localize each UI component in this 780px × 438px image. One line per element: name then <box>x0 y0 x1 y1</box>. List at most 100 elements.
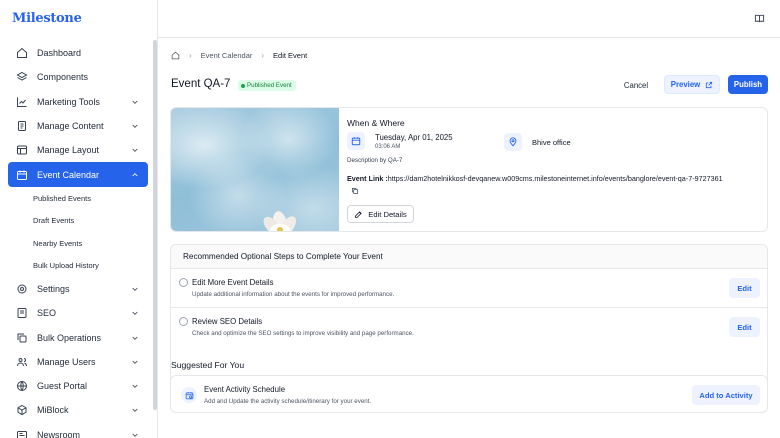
chevron-down-icon <box>132 149 138 153</box>
newspaper-icon <box>16 429 28 438</box>
sidebar-subitem-published-events[interactable]: Published Events <box>8 187 148 210</box>
chevron-right-icon: › <box>261 51 265 60</box>
chevron-down-icon <box>132 100 138 104</box>
sidebar-item-manage-content[interactable]: Manage Content <box>8 114 148 138</box>
sidebar-item-marketing-tools[interactable]: Marketing Tools <box>8 90 148 114</box>
step-radio[interactable] <box>179 278 188 287</box>
suggested-title: Suggested For You <box>171 360 245 370</box>
chevron-down-icon <box>132 433 138 437</box>
event-link-label: Event Link : <box>347 174 388 183</box>
chevron-down-icon <box>132 360 138 364</box>
main-content: › Event Calendar › Edit Event Event QA-7… <box>158 38 780 438</box>
sidebar-nav: Dashboard Components Marketing Tools Man… <box>8 41 148 438</box>
event-time: 03:06 AM <box>375 144 401 150</box>
globe-icon <box>16 380 28 392</box>
top-bar <box>158 0 780 38</box>
copy-icon[interactable] <box>351 187 359 195</box>
edit-details-label: Edit Details <box>368 209 407 219</box>
preview-button[interactable]: Preview <box>664 75 720 94</box>
chevron-down-icon <box>132 336 138 340</box>
calendar-icon <box>347 132 365 150</box>
schedule-icon <box>181 387 197 403</box>
app-logo[interactable]: Milestone <box>12 11 82 26</box>
external-link-icon <box>706 81 713 88</box>
users-icon <box>16 356 28 368</box>
sidebar-item-label: SEO <box>37 308 57 319</box>
layers-icon <box>16 71 28 83</box>
chart-icon <box>16 96 28 108</box>
sidebar-item-label: Manage Users <box>37 356 96 367</box>
sidebar-item-event-calendar[interactable]: Event Calendar <box>8 162 148 187</box>
gear-icon <box>16 283 28 295</box>
breadcrumb-event-calendar[interactable]: Event Calendar <box>201 51 253 60</box>
cube-icon <box>16 404 28 416</box>
sidebar-item-seo[interactable]: SEO <box>8 301 148 325</box>
steps-title: Recommended Optional Steps to Complete Y… <box>171 245 767 269</box>
sidebar-subitem-bulk-upload-history[interactable]: Bulk Upload History <box>8 254 148 277</box>
page-title: Event QA-7 <box>171 78 231 90</box>
when-where-title: When & Where <box>347 118 405 128</box>
sidebar: Milestone Dashboard Components Marketing… <box>0 0 158 438</box>
chevron-down-icon <box>132 384 138 389</box>
recommended-steps-card: Recommended Optional Steps to Complete Y… <box>170 244 768 386</box>
sidebar-item-label: Bulk Operations <box>37 332 102 343</box>
sidebar-item-label: Event Calendar <box>37 169 100 180</box>
review-seo-button[interactable]: Edit <box>729 317 760 337</box>
sidebar-item-label: MiBlock <box>37 405 69 416</box>
sidebar-item-label: Newsroom <box>37 429 81 438</box>
step-title: Review SEO Details <box>192 317 263 326</box>
sidebar-scrollbar[interactable] <box>153 40 157 410</box>
home-icon[interactable] <box>171 51 180 60</box>
sidebar-item-settings[interactable]: Settings <box>8 277 148 301</box>
add-to-activity-button[interactable]: Add to Activity <box>692 385 760 405</box>
sidebar-item-label: Dashboard <box>37 48 82 59</box>
book-icon[interactable] <box>754 13 765 24</box>
event-description: Description by QA-7 <box>347 157 403 164</box>
calendar-icon <box>16 169 28 181</box>
sidebar-subitem-draft-events[interactable]: Draft Events <box>8 209 148 232</box>
step-radio[interactable] <box>179 317 188 326</box>
edit-more-details-button[interactable]: Edit <box>729 278 760 298</box>
event-details-card: When & Where Tuesday, Apr 01, 2025 03:06… <box>170 107 768 232</box>
sidebar-item-bulk-operations[interactable]: Bulk Operations <box>8 325 148 349</box>
status-badge: Published Event <box>238 80 296 91</box>
sidebar-item-label: Components <box>37 72 89 83</box>
step-description: Update additional information about the … <box>192 291 395 298</box>
sidebar-item-newsroom[interactable]: Newsroom <box>8 423 148 438</box>
step-title: Edit More Event Details <box>192 278 274 287</box>
sidebar-item-label: Marketing Tools <box>37 96 100 107</box>
cancel-button[interactable]: Cancel <box>620 76 652 94</box>
sidebar-item-label: Manage Content <box>37 121 104 132</box>
breadcrumb: › Event Calendar › Edit Event <box>171 51 307 60</box>
event-link-url[interactable]: https://dam2hotelnikkosf-devqanew.w009cm… <box>388 174 723 183</box>
sidebar-subitem-nearby-events[interactable]: Nearby Events <box>8 232 148 255</box>
event-date: Tuesday, Apr 01, 2025 <box>375 133 453 142</box>
pencil-icon <box>355 210 362 218</box>
sidebar-item-components[interactable]: Components <box>8 65 148 89</box>
home-icon <box>16 47 28 59</box>
chevron-down-icon <box>132 287 138 291</box>
event-location: Bhive office <box>532 138 571 147</box>
sidebar-item-label: Guest Portal <box>37 381 88 392</box>
sidebar-item-label: Settings <box>37 283 70 294</box>
sidebar-item-guest-portal[interactable]: Guest Portal <box>8 374 148 398</box>
sidebar-item-manage-layout[interactable]: Manage Layout <box>8 138 148 162</box>
sidebar-item-dashboard[interactable]: Dashboard <box>8 41 148 65</box>
event-image <box>171 108 339 231</box>
step-row: Edit More Event Details Update additiona… <box>171 269 767 308</box>
chevron-right-icon: › <box>189 51 192 60</box>
seo-icon <box>16 307 28 319</box>
chevron-down-icon <box>132 124 138 128</box>
step-description: Check and optimize the SEO settings to i… <box>192 330 414 337</box>
location-pin-icon <box>504 133 522 151</box>
copy-icon <box>16 332 28 344</box>
edit-details-button[interactable]: Edit Details <box>347 205 414 223</box>
publish-button[interactable]: Publish <box>728 75 768 94</box>
chevron-down-icon <box>132 409 138 413</box>
sidebar-item-manage-users[interactable]: Manage Users <box>8 350 148 374</box>
sidebar-item-miblock[interactable]: MiBlock <box>8 398 148 422</box>
layout-icon <box>16 144 28 156</box>
preview-button-label: Preview <box>670 80 701 89</box>
document-icon <box>16 120 28 132</box>
step-row: Review SEO Details Check and optimize th… <box>171 308 767 347</box>
